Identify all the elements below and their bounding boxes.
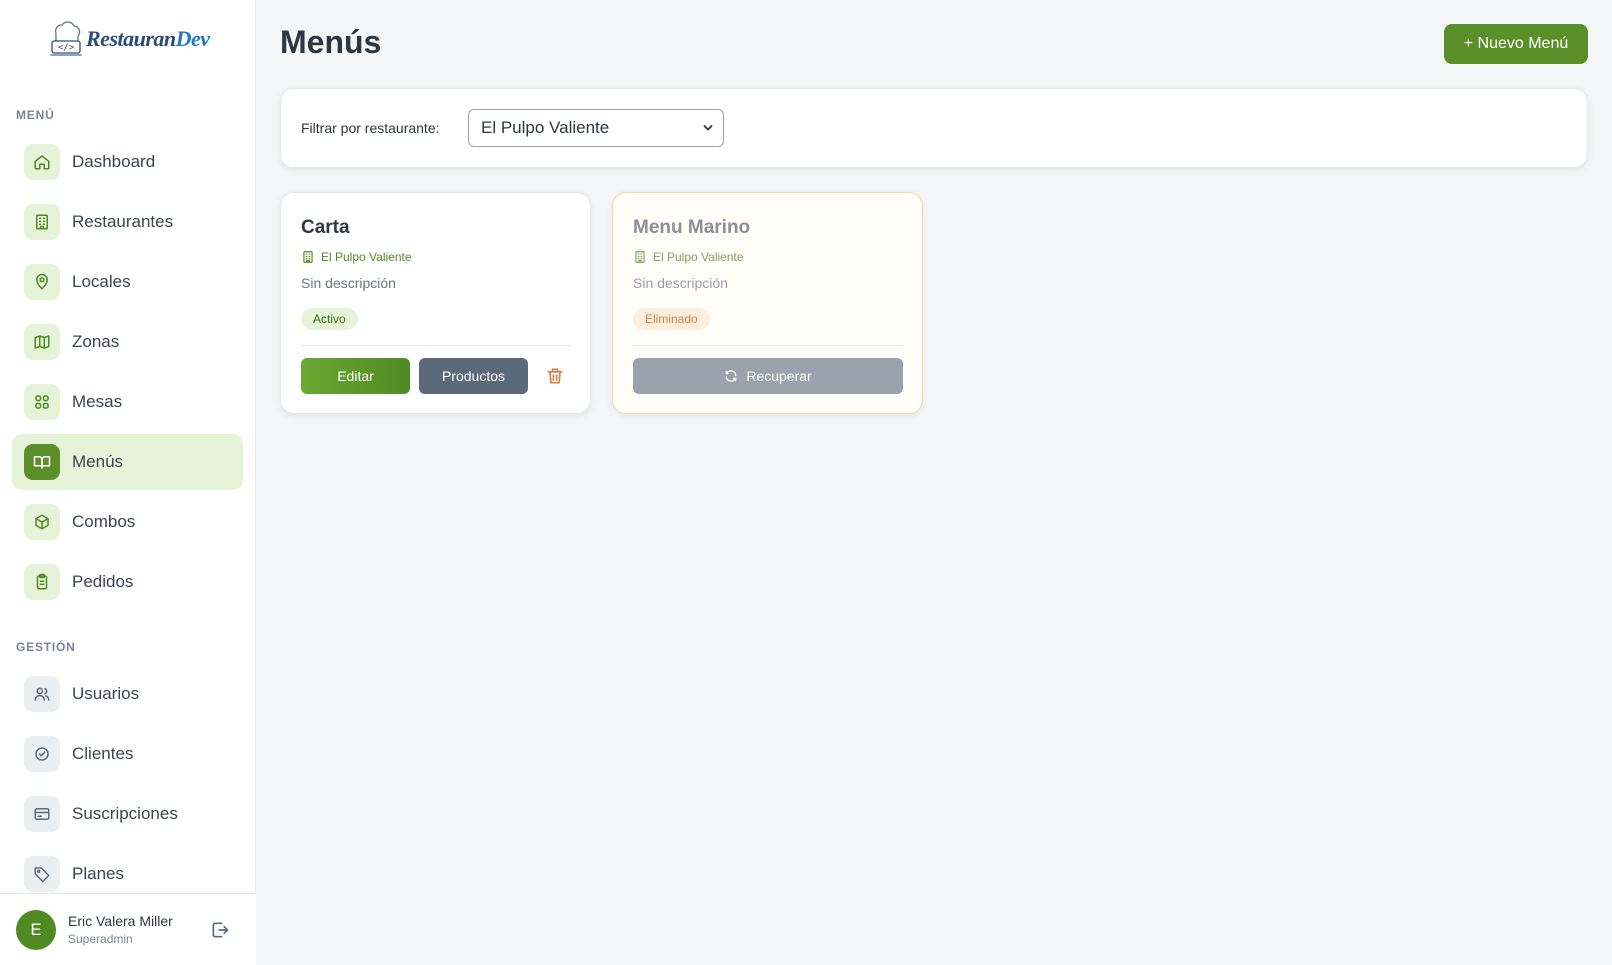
sidebar-item-label: Zonas <box>72 332 120 351</box>
filter-select-value: El Pulpo Valiente <box>481 118 610 137</box>
sidebar-item-usuarios[interactable]: Usuarios <box>12 666 243 722</box>
building-icon <box>303 251 313 263</box>
sidebar-item-label: Combos <box>72 512 136 531</box>
menu-card-restaurant: El Pulpo Valiente <box>633 250 744 264</box>
app-logo[interactable]: </> RestauranDev <box>48 18 210 60</box>
home-icon <box>24 144 60 180</box>
filter-card: Filtrar por restaurante: El Pulpo Valien… <box>280 88 1588 168</box>
sidebar-item-locales[interactable]: Locales <box>12 254 243 310</box>
logout-icon[interactable] <box>210 920 230 940</box>
logo-text-suffix: Dev <box>175 26 210 51</box>
products-button[interactable]: Productos <box>419 358 528 394</box>
sidebar-item-label: Planes <box>72 864 124 883</box>
sidebar-item-label: Menús <box>72 452 124 471</box>
building-icon <box>635 251 645 263</box>
users-icon <box>24 676 60 712</box>
refresh-icon <box>726 370 737 382</box>
chef-hat-icon: </> <box>48 19 84 59</box>
section-label-menu: MENÚ <box>16 108 55 122</box>
map-pin-icon <box>24 264 60 300</box>
sidebar-item-pedidos[interactable]: Pedidos <box>12 554 243 610</box>
sidebar-item-dashboard[interactable]: Dashboard <box>12 134 243 190</box>
credit-card-icon <box>24 796 60 832</box>
recover-button[interactable]: Recuperar <box>633 358 903 394</box>
clipboard-icon <box>24 564 60 600</box>
user-name: Eric Valera Miller <box>68 913 173 929</box>
sidebar-item-zonas[interactable]: Zonas <box>12 314 243 370</box>
sidebar-item-label: Mesas <box>72 392 123 411</box>
status-badge: Activo <box>301 308 358 330</box>
page-title: Menús <box>280 24 382 60</box>
sidebar-item-label: Pedidos <box>72 572 134 591</box>
sidebar-item-label: Clientes <box>72 744 134 763</box>
map-icon <box>24 324 60 360</box>
restaurant-filter-select[interactable]: El Pulpo Valiente <box>468 109 724 147</box>
box-icon <box>24 504 60 540</box>
svg-text:</>: </> <box>58 43 75 53</box>
trash-icon[interactable] <box>545 366 565 386</box>
sidebar-item-menus[interactable]: Menús <box>12 434 243 490</box>
sidebar-item-restaurantes[interactable]: Restaurantes <box>12 194 243 250</box>
menu-card-restaurant: El Pulpo Valiente <box>301 250 412 264</box>
menu-card-restaurant-name: El Pulpo Valiente <box>653 250 744 264</box>
sidebar-item-label: Dashboard <box>72 152 156 171</box>
edit-button[interactable]: Editar <box>301 358 410 394</box>
user-profile: E Eric Valera Miller Superadmin <box>0 893 256 965</box>
sidebar-item-suscripciones[interactable]: Suscripciones <box>12 786 243 842</box>
building-icon <box>24 204 60 240</box>
sidebar-item-clientes[interactable]: Clientes <box>12 726 243 782</box>
menu-card-title: Carta <box>301 217 350 238</box>
section-label-gestion: GESTIÓN <box>16 640 76 654</box>
grid-icon <box>24 384 60 420</box>
avatar[interactable]: E <box>16 909 56 950</box>
menu-card-restaurant-name: El Pulpo Valiente <box>321 250 412 264</box>
sidebar-item-mesas[interactable]: Mesas <box>12 374 243 430</box>
status-badge: Eliminado <box>633 308 710 330</box>
menu-card-description: Sin descripción <box>301 275 396 291</box>
sidebar-item-label: Suscripciones <box>72 804 178 823</box>
sidebar-item-combos[interactable]: Combos <box>12 494 243 550</box>
sidebar-item-label: Usuarios <box>72 684 140 703</box>
sidebar-item-label: Locales <box>72 272 131 291</box>
check-circle-icon <box>24 736 60 772</box>
chevron-down-icon <box>703 125 713 131</box>
tag-icon <box>24 856 60 892</box>
menu-card-title: Menu Marino <box>633 217 751 238</box>
user-role: Superadmin <box>68 932 133 946</box>
menu-card-menu-marino: Menu Marino El Pulpo Valiente Sin descri… <box>612 192 923 414</box>
logo-text-prefix: Restauran <box>86 26 176 51</box>
card-divider <box>301 345 571 346</box>
user-info: Eric Valera Miller Superadmin <box>68 913 173 946</box>
menu-card-carta: Carta El Pulpo Valiente Sin descripción … <box>280 192 591 414</box>
recover-button-label: Recuperar <box>746 368 812 384</box>
sidebar: </> RestauranDev MENÚ Dashboard Restaura… <box>0 0 256 965</box>
menu-card-description: Sin descripción <box>633 275 728 291</box>
book-icon <box>24 444 60 480</box>
card-divider <box>633 345 903 346</box>
sidebar-item-label: Restaurantes <box>72 212 174 231</box>
new-menu-button[interactable]: + Nuevo Menú <box>1444 24 1588 64</box>
filter-label: Filtrar por restaurante: <box>301 120 440 136</box>
